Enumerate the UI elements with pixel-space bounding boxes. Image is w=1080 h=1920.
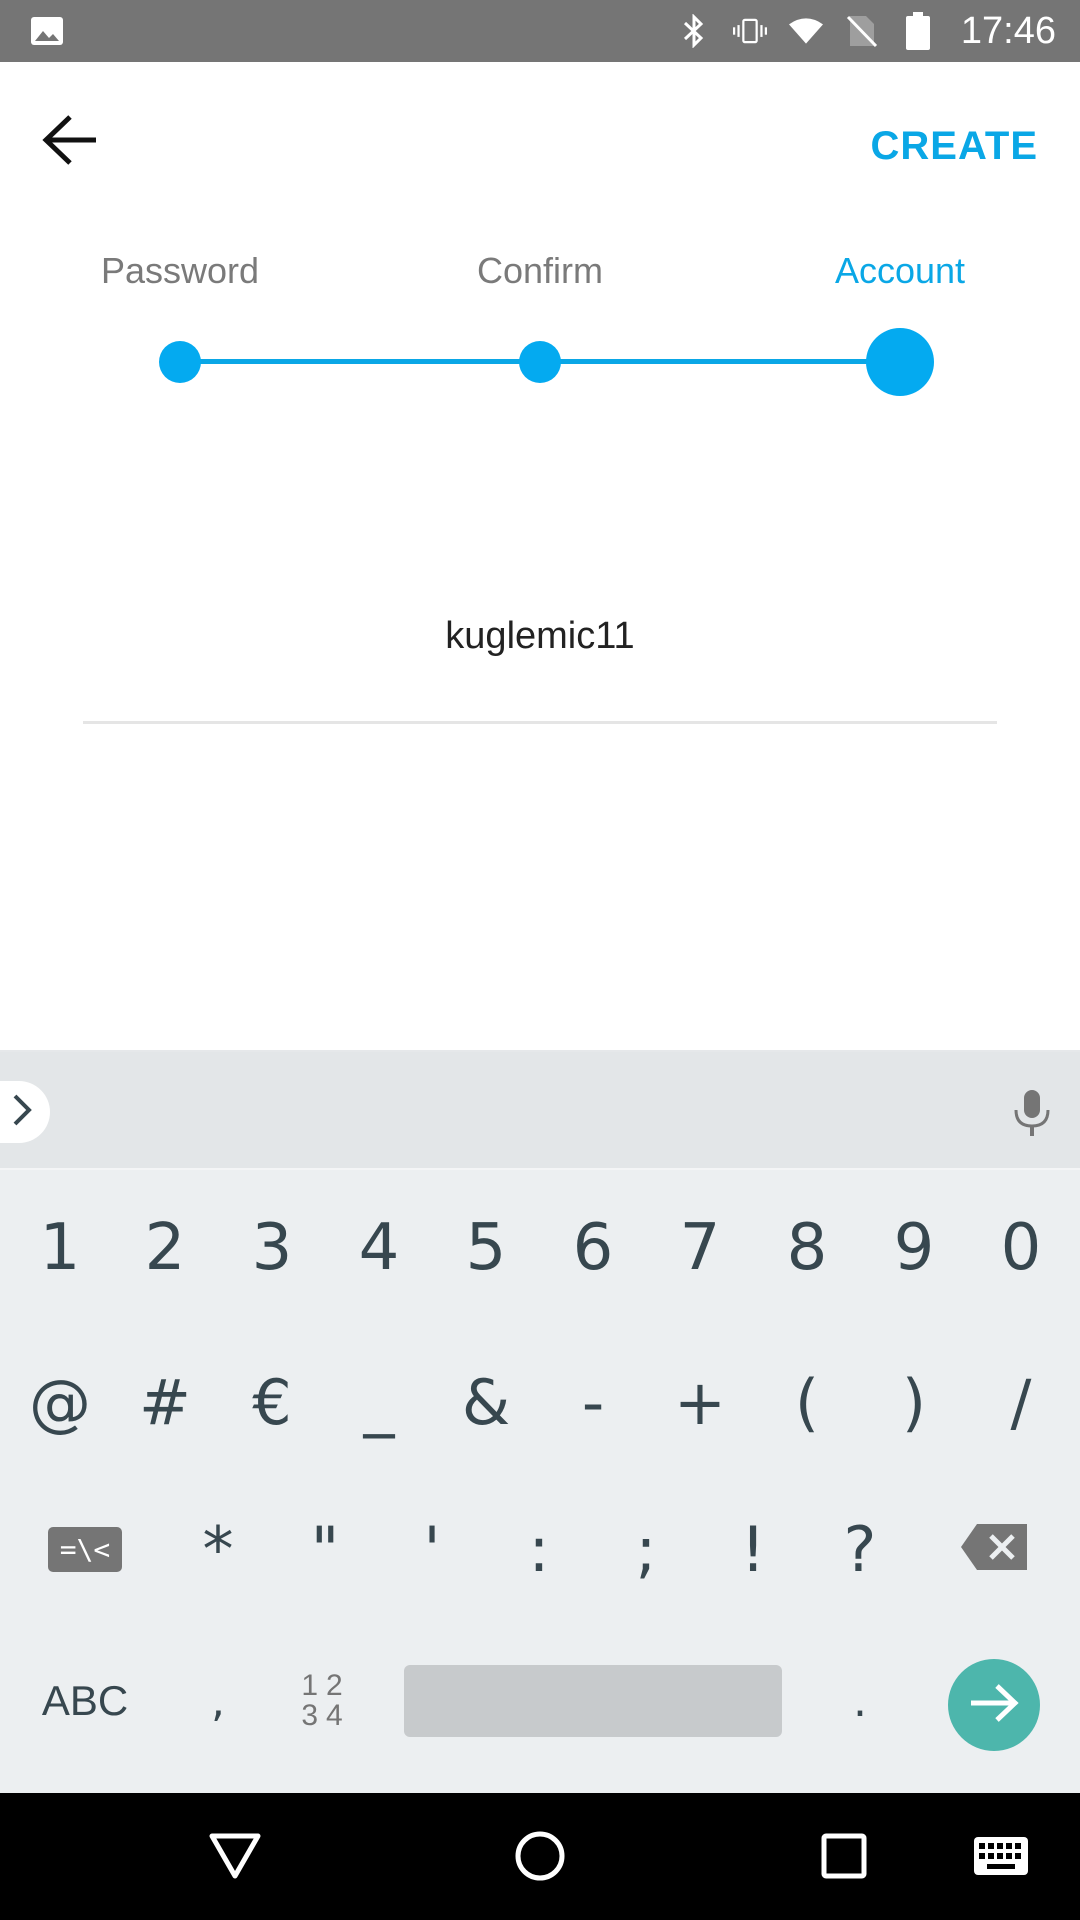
backspace-icon xyxy=(961,1512,1027,1586)
field-underline xyxy=(83,721,997,724)
step-dot-confirm[interactable] xyxy=(519,341,561,383)
enter-arrow-icon xyxy=(969,1683,1019,1727)
step-label-confirm[interactable]: Confirm xyxy=(477,250,603,292)
key[interactable]: 7 xyxy=(650,1173,750,1323)
backspace-key[interactable] xyxy=(944,1474,1044,1624)
abc-key[interactable]: ABC xyxy=(35,1626,135,1776)
comma-key[interactable]: , xyxy=(168,1626,268,1776)
status-bar: 17:46 xyxy=(0,0,1080,62)
key[interactable]: 5 xyxy=(436,1173,536,1323)
space-key[interactable] xyxy=(404,1665,782,1737)
arrow-back-icon xyxy=(42,114,98,170)
key[interactable]: 2 xyxy=(115,1173,215,1323)
key[interactable]: _ xyxy=(329,1327,429,1477)
back-button[interactable] xyxy=(30,102,110,182)
numpad-key[interactable]: 12 34 xyxy=(276,1626,376,1776)
key[interactable]: ) xyxy=(864,1327,964,1477)
keyboard-switch-button[interactable] xyxy=(956,1813,1046,1903)
vibrate-icon xyxy=(732,14,767,48)
nav-back-button[interactable] xyxy=(190,1813,280,1903)
back-triangle-icon xyxy=(209,1832,261,1884)
mic-button[interactable] xyxy=(1012,1088,1052,1138)
key[interactable]: & xyxy=(436,1327,536,1477)
key[interactable]: ! xyxy=(703,1474,803,1624)
key[interactable]: 0 xyxy=(971,1173,1071,1323)
keyboard-suggestion-strip xyxy=(0,1050,1080,1170)
battery-icon xyxy=(901,12,935,50)
nav-home-button[interactable] xyxy=(495,1813,585,1903)
key[interactable]: - xyxy=(543,1327,643,1477)
key[interactable]: 6 xyxy=(543,1173,643,1323)
key[interactable]: € xyxy=(222,1327,322,1477)
key[interactable]: ; xyxy=(596,1474,696,1624)
key[interactable]: 4 xyxy=(329,1173,429,1323)
recents-square-icon xyxy=(820,1832,868,1884)
key[interactable]: 3 xyxy=(222,1173,322,1323)
step-dot-account[interactable] xyxy=(866,328,934,396)
keyboard-icon xyxy=(973,1836,1029,1880)
numpad-label-top: 12 xyxy=(301,1669,351,1702)
bluetooth-icon xyxy=(677,14,711,48)
enter-key[interactable] xyxy=(948,1659,1040,1751)
keyboard-row-numbers: 1 2 3 4 5 6 7 8 9 0 xyxy=(0,1173,1080,1323)
period-key[interactable]: . xyxy=(810,1626,910,1776)
key[interactable]: # xyxy=(115,1327,215,1477)
key[interactable]: + xyxy=(650,1327,750,1477)
nav-recents-button[interactable] xyxy=(799,1813,889,1903)
key[interactable]: ? xyxy=(810,1474,910,1624)
more-symbols-label: =\< xyxy=(47,1526,123,1572)
no-sim-icon xyxy=(845,14,879,48)
key[interactable]: ( xyxy=(757,1327,857,1477)
chevron-right-icon xyxy=(10,1092,34,1132)
gallery-icon xyxy=(30,14,64,48)
numpad-label-bottom: 34 xyxy=(301,1699,351,1732)
more-symbols-key[interactable]: =\< xyxy=(35,1474,135,1624)
key[interactable]: @ xyxy=(10,1327,110,1477)
keyboard-row-symbols-1: @ # € _ & - + ( ) / xyxy=(0,1327,1080,1477)
clock: 17:46 xyxy=(960,9,1056,52)
step-label-account[interactable]: Account xyxy=(835,250,965,292)
account-input[interactable]: kuglemic11 xyxy=(0,615,1080,658)
mic-icon xyxy=(1012,1090,1052,1142)
key[interactable]: ' xyxy=(382,1474,482,1624)
key[interactable]: 1 xyxy=(10,1173,110,1323)
step-label-password[interactable]: Password xyxy=(101,250,259,292)
navigation-bar xyxy=(0,1793,1080,1920)
keyboard-row-symbols-2: =\< * " ' : ; ! ? xyxy=(0,1474,1080,1624)
key[interactable]: : xyxy=(489,1474,589,1624)
step-dot-password[interactable] xyxy=(159,341,201,383)
home-circle-icon xyxy=(514,1830,566,1886)
key[interactable]: " xyxy=(275,1474,375,1624)
create-button[interactable]: CREATE xyxy=(871,116,1038,176)
key[interactable]: 8 xyxy=(757,1173,857,1323)
wifi-icon xyxy=(788,14,823,48)
keyboard-expand-button[interactable] xyxy=(0,1081,50,1143)
key[interactable]: 9 xyxy=(864,1173,964,1323)
key[interactable]: / xyxy=(971,1327,1071,1477)
key[interactable]: * xyxy=(168,1474,268,1624)
app-bar: CREATE xyxy=(0,62,1080,212)
